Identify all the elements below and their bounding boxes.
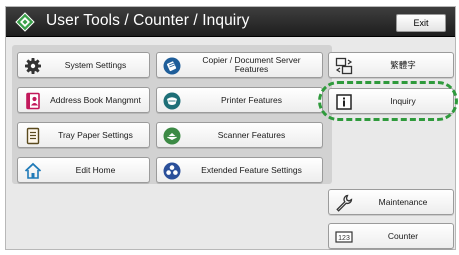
user-tools-screen: User Tools / Counter / Inquiry Exit Syst… — [5, 6, 458, 250]
tray-paper-icon — [26, 127, 40, 145]
scanner-features-button[interactable]: Scanner Features — [156, 122, 323, 148]
inquiry-highlight-outline — [318, 81, 458, 121]
maintenance-label: Maintenance — [378, 196, 428, 207]
tray-paper-settings-button[interactable]: Tray Paper Settings — [17, 122, 150, 148]
gear-icon — [25, 58, 41, 74]
counter-icon: 123 — [335, 231, 353, 243]
edit-home-label: Edit Home — [75, 164, 116, 175]
tray-paper-settings-label: Tray Paper Settings — [58, 129, 133, 140]
scanner-features-label: Scanner Features — [217, 129, 286, 140]
language-switch-button[interactable]: 繁體字 — [328, 52, 454, 78]
scanner-icon — [163, 127, 181, 145]
edit-home-button[interactable]: Edit Home — [17, 157, 150, 183]
counter-button[interactable]: 123 Counter — [328, 223, 454, 249]
printer-features-button[interactable]: Printer Features — [156, 87, 323, 113]
address-book-label: Address Book Mangmnt — [50, 94, 141, 105]
printer-icon — [163, 92, 181, 110]
extended-feature-settings-label: Extended Feature Settings — [201, 164, 302, 175]
copier-document-server-button[interactable]: Copier / Document Server Features — [156, 52, 323, 78]
system-settings-label: System Settings — [64, 59, 127, 70]
copier-icon — [163, 57, 181, 75]
language-switch-label: 繁體字 — [390, 59, 416, 70]
svg-text:123: 123 — [338, 235, 350, 242]
counter-label: Counter — [387, 230, 419, 241]
address-book-button[interactable]: Address Book Mangmnt — [17, 87, 150, 113]
header-bar: User Tools / Counter / Inquiry Exit — [6, 7, 455, 37]
extended-feature-icon — [163, 162, 181, 180]
language-switch-icon — [335, 57, 353, 75]
system-settings-button[interactable]: System Settings — [17, 52, 150, 78]
diamond-tools-icon — [15, 12, 35, 32]
extended-feature-settings-button[interactable]: Extended Feature Settings — [156, 157, 323, 183]
address-book-icon — [26, 92, 40, 110]
exit-button[interactable]: Exit — [396, 14, 446, 32]
maintenance-button[interactable]: Maintenance — [328, 189, 454, 215]
page-title: User Tools / Counter / Inquiry — [46, 12, 250, 29]
wrench-icon — [336, 194, 353, 212]
home-icon — [24, 162, 42, 179]
printer-features-label: Printer Features — [221, 94, 282, 105]
copier-document-server-label: Copier / Document Server Features — [202, 55, 301, 74]
